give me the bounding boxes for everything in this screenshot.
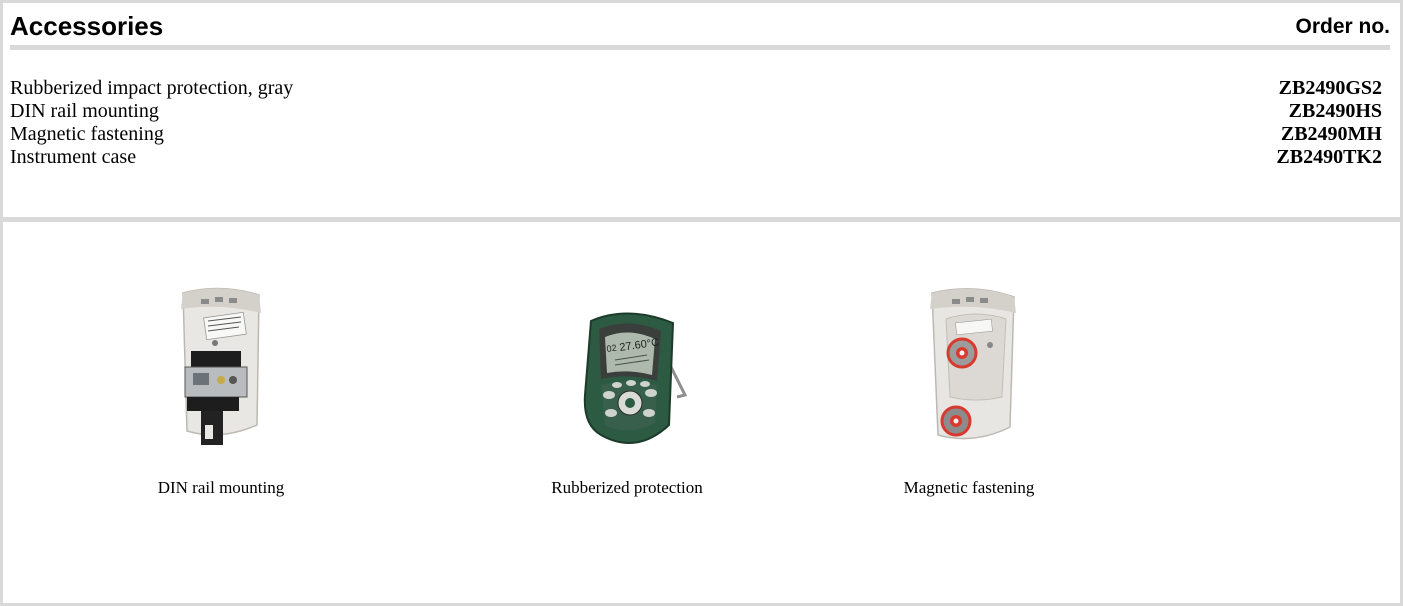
section-divider <box>0 217 1403 222</box>
item-order-code: ZB2490HS <box>1288 100 1382 122</box>
figure-caption: DIN rail mounting <box>157 478 285 497</box>
rubberized-device-image: 02 27.60°C <box>583 312 688 444</box>
lcd-channel: 02 <box>606 343 617 354</box>
section-header: Accessories Order no. <box>10 11 1390 50</box>
list-item: Rubberized impact protection, gray ZB249… <box>10 77 1382 100</box>
page-title: Accessories <box>10 11 164 41</box>
item-name: Rubberized impact protection, gray <box>10 77 294 99</box>
accessory-list: Rubberized impact protection, gray ZB249… <box>10 77 1382 169</box>
list-item: Magnetic fastening ZB2490MH <box>10 123 1382 146</box>
item-name: Instrument case <box>10 146 137 168</box>
item-order-code: ZB2490TK2 <box>1276 146 1382 168</box>
figure-caption: Magnetic fastening <box>903 478 1035 497</box>
figure-rubberized-protection: 02 27.60°C Rubberized protection <box>507 285 747 497</box>
order-number-heading: Order no. <box>1295 15 1390 38</box>
figure-din-rail: DIN rail mounting <box>101 285 341 497</box>
item-order-code: ZB2490GS2 <box>1278 77 1382 99</box>
figure-caption: Rubberized protection <box>551 478 703 497</box>
item-name: Magnetic fastening <box>10 123 164 145</box>
item-order-code: ZB2490MH <box>1280 123 1382 145</box>
magnetic-device-image <box>930 288 1016 440</box>
item-name: DIN rail mounting <box>10 100 159 122</box>
list-item: Instrument case ZB2490TK2 <box>10 146 1382 169</box>
din-rail-device-image <box>181 287 261 445</box>
list-item: DIN rail mounting ZB2490HS <box>10 100 1382 123</box>
figure-magnetic-fastening: Magnetic fastening <box>849 285 1089 497</box>
